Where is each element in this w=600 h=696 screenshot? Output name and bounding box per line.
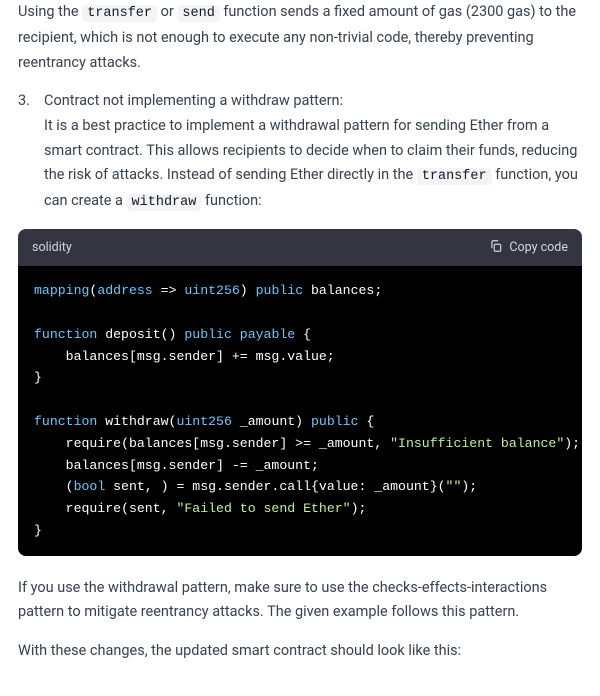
code-transfer: transfer [417, 168, 492, 185]
code-transfer: transfer [82, 5, 157, 22]
code-header: solidity Copy code [18, 229, 582, 266]
code-block: solidity Copy code mapping(address => ui… [18, 229, 582, 556]
paragraph-withdrawal-note: If you use the withdrawal pattern, make … [18, 576, 582, 625]
copy-code-label: Copy code [509, 240, 568, 255]
code-body: mapping(address => uint256) public balan… [18, 266, 582, 555]
text: function: [201, 192, 261, 209]
text: or [157, 3, 177, 20]
copy-code-button[interactable]: Copy code [489, 239, 568, 257]
intro-paragraph: Using the transfer or send function send… [18, 0, 582, 75]
paragraph-updated-note: With these changes, the updated smart co… [18, 639, 582, 664]
list-item-title: Contract not implementing a withdraw pat… [44, 92, 343, 109]
text: Using the [18, 3, 82, 20]
clipboard-icon [489, 239, 503, 257]
list-item: Contract not implementing a withdraw pat… [18, 89, 582, 215]
code-withdraw: withdraw [127, 194, 202, 211]
ordered-list: Contract not implementing a withdraw pat… [18, 89, 582, 215]
code-language-label: solidity [32, 237, 72, 258]
code-send: send [177, 5, 219, 22]
